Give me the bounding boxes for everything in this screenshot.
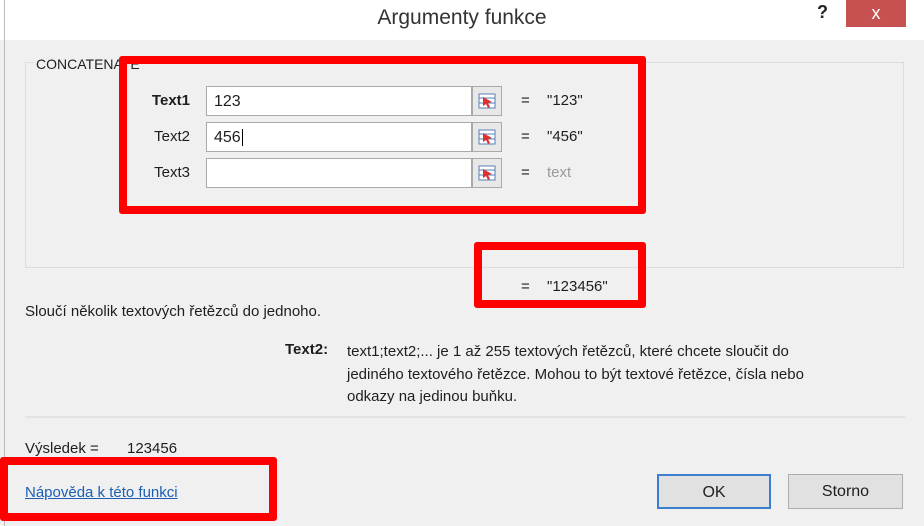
dialog-title: Argumenty funkce: [377, 6, 547, 29]
arg-help-line: odkazy na jedinou buňku.: [347, 388, 518, 405]
cancel-button[interactable]: Storno: [788, 474, 903, 509]
arg-help-line: text1;text2;... je 1 až 255 textových ře…: [347, 343, 789, 360]
close-button[interactable]: x: [846, 0, 906, 27]
arg-help-text: text1;text2;... je 1 až 255 textových ře…: [347, 341, 804, 409]
arg-help-label: Text2:: [285, 341, 329, 358]
divider: [25, 416, 905, 418]
window-border: [4, 0, 5, 526]
highlight-box-result: [474, 242, 646, 308]
highlight-box-arguments: [119, 56, 646, 214]
result-label: Výsledek =: [25, 440, 99, 457]
function-description: Sloučí několik textových řetězců do jedn…: [25, 303, 322, 320]
ok-button[interactable]: OK: [657, 474, 771, 509]
result-value: 123456: [127, 440, 178, 457]
arg-help-line: jediného textového řetězce. Mohou to být…: [347, 365, 804, 383]
highlight-box-help-link: [0, 457, 277, 521]
help-button[interactable]: ?: [817, 2, 828, 23]
